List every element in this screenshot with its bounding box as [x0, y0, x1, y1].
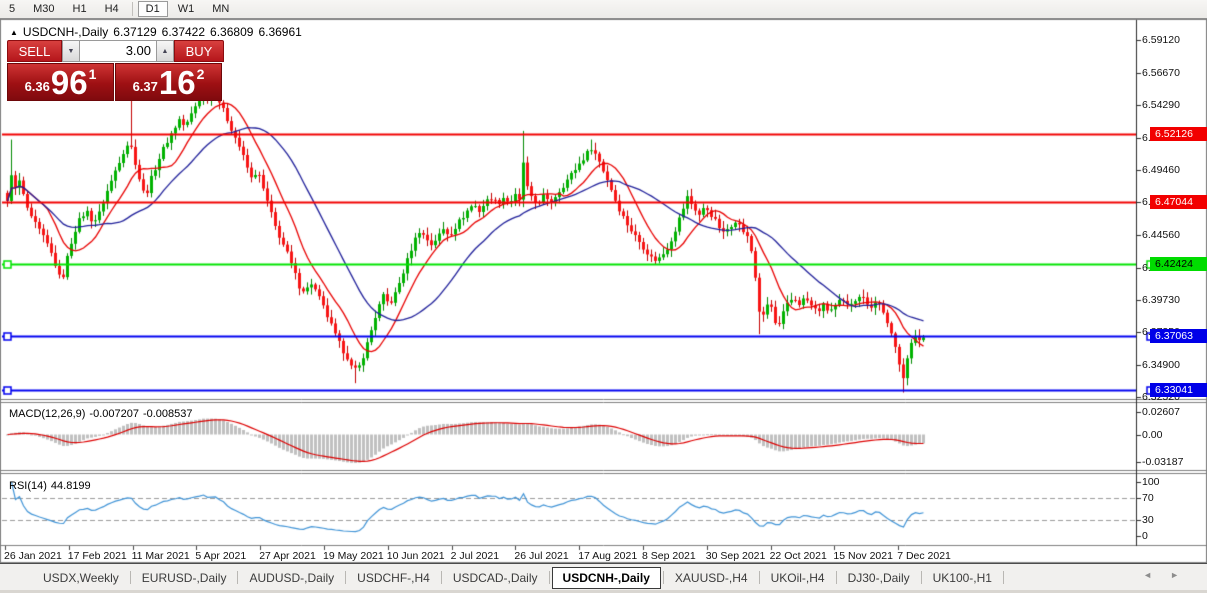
- macd-axis-tick: -0.03187: [1142, 456, 1183, 468]
- chart-tab-usdchf-h4[interactable]: USDCHF-,H4: [348, 568, 439, 588]
- tab-separator: [441, 571, 442, 584]
- price-axis-tick: 6.44560: [1142, 229, 1180, 241]
- timeframe-button-h1[interactable]: H1: [65, 1, 95, 17]
- price-axis-tick: 6.34900: [1142, 359, 1180, 371]
- tab-scroll-arrows[interactable]: ◄►: [1143, 570, 1197, 580]
- price-axis-tick: 6.56670: [1142, 67, 1180, 79]
- date-axis-label: 11 Mar 2021: [132, 550, 190, 562]
- macd-name: MACD(12,26,9): [9, 408, 85, 420]
- tab-separator: [836, 571, 837, 584]
- timeframe-button-h4[interactable]: H4: [97, 1, 127, 17]
- one-click-trade-panel: SELL ▼ 3.00 ▲ BUY 6.36961 6.37162: [7, 40, 224, 101]
- timeframe-button-w1[interactable]: W1: [170, 1, 203, 17]
- date-axis-label: 17 Aug 2021: [578, 550, 637, 562]
- tab-separator: [663, 571, 664, 584]
- rsi-value: 44.8199: [51, 480, 91, 492]
- chart-tab-xauusd-h4[interactable]: XAUUSD-,H4: [666, 568, 757, 588]
- macd-value: -0.007207: [89, 408, 139, 420]
- price-axis-tick: 6.59120: [1142, 34, 1180, 46]
- macd-axis-tick: 0.00: [1142, 429, 1162, 441]
- buy-button[interactable]: BUY: [174, 40, 224, 62]
- chart-tabbar: USDX,WeeklyEURUSD-,DailyAUDUSD-,DailyUSD…: [0, 563, 1207, 591]
- rsi-axis-tick: 100: [1142, 476, 1160, 488]
- sell-price-pip: 1: [89, 66, 97, 82]
- hline-price-badge[interactable]: 6.47044: [1150, 195, 1207, 209]
- buy-price-button[interactable]: 6.37162: [115, 63, 222, 101]
- rsi-axis-tick: 30: [1142, 514, 1154, 526]
- timeframe-toolbar: 5M30H1H4 D1W1MN: [0, 0, 1207, 19]
- macd-label: MACD(12,26,9) -0.007207 -0.008537: [9, 408, 197, 420]
- tab-separator: [130, 571, 131, 584]
- timeframe-button-5[interactable]: 5: [1, 1, 23, 17]
- date-axis-label: 8 Sep 2021: [642, 550, 696, 562]
- date-axis-label: 7 Dec 2021: [897, 550, 951, 562]
- toolbar-separator: [132, 2, 133, 16]
- chart-tab-dj30-daily[interactable]: DJ30-,Daily: [839, 568, 919, 588]
- timeframe-button-m30[interactable]: M30: [25, 1, 62, 17]
- hline-price-badge[interactable]: 6.42424: [1150, 257, 1207, 271]
- sell-price-base: 6.36: [25, 79, 50, 94]
- tab-separator: [237, 571, 238, 584]
- macd-axis-tick: 0.02607: [1142, 406, 1180, 418]
- date-axis-label: 15 Nov 2021: [833, 550, 893, 562]
- sell-button[interactable]: SELL: [7, 40, 62, 62]
- chart-tab-audusd-daily[interactable]: AUDUSD-,Daily: [240, 568, 343, 588]
- buy-price-base: 6.37: [133, 79, 158, 94]
- timeframe-button-mn[interactable]: MN: [204, 1, 237, 17]
- date-axis-label: 26 Jul 2021: [514, 550, 568, 562]
- collapse-chart-icon[interactable]: ▲: [10, 28, 18, 37]
- date-axis-label: 2 Jul 2021: [451, 550, 499, 562]
- timeframe-button-d1[interactable]: D1: [138, 1, 168, 17]
- chart-tab-usdcnh-daily[interactable]: USDCNH-,Daily: [552, 567, 661, 589]
- price-axis-tick: 6.54290: [1142, 99, 1180, 111]
- tab-separator: [921, 571, 922, 584]
- buy-price-pip: 2: [197, 66, 205, 82]
- chart-tab-usdcad-daily[interactable]: USDCAD-,Daily: [444, 568, 547, 588]
- chart-tab-ukoil-h4[interactable]: UKOil-,H4: [762, 568, 834, 588]
- rsi-name: RSI(14): [9, 480, 47, 492]
- ohlc-close: 6.36961: [258, 25, 301, 39]
- chart-tab-uk100-h1[interactable]: UK100-,H1: [924, 568, 1001, 588]
- chart-tab-eurusd-daily[interactable]: EURUSD-,Daily: [133, 568, 236, 588]
- ohlc-open: 6.37129: [113, 25, 156, 39]
- tab-separator: [549, 571, 550, 584]
- ohlc-low: 6.36809: [210, 25, 253, 39]
- rsi-label: RSI(14) 44.8199: [9, 480, 95, 492]
- macd-signal-value: -0.008537: [143, 408, 193, 420]
- date-axis-label: 5 Apr 2021: [195, 550, 246, 562]
- lot-decrease-button[interactable]: ▼: [62, 40, 80, 62]
- sell-price-big: 96: [51, 68, 88, 98]
- price-axis-tick: 6.49460: [1142, 164, 1180, 176]
- sell-price-button[interactable]: 6.36961: [7, 63, 114, 101]
- price-axis-tick: 6.39730: [1142, 294, 1180, 306]
- chart-window: ▲ USDCNH-,Daily 6.37129 6.37422 6.36809 6.369…: [0, 19, 1207, 563]
- chart-tab-usdx-weekly[interactable]: USDX,Weekly: [34, 568, 128, 588]
- tab-separator: [345, 571, 346, 584]
- lot-increase-button[interactable]: ▲: [156, 40, 174, 62]
- hline-price-badge[interactable]: 6.52126: [1150, 127, 1207, 141]
- date-axis-label: 27 Apr 2021: [259, 550, 316, 562]
- tab-separator: [1003, 571, 1004, 584]
- mt4-terminal: 5M30H1H4 D1W1MN ▲ USDCNH-,Daily 6.37129 6.37…: [0, 0, 1207, 593]
- date-axis-label: 10 Jun 2021: [387, 550, 445, 562]
- rsi-axis-tick: 70: [1142, 492, 1154, 504]
- chart-title: ▲ USDCNH-,Daily 6.37129 6.37422 6.36809 6.369…: [10, 25, 302, 39]
- ohlc-high: 6.37422: [162, 25, 205, 39]
- lot-size-input[interactable]: 3.00: [80, 40, 156, 62]
- rsi-axis-tick: 0: [1142, 530, 1148, 542]
- date-axis-label: 30 Sep 2021: [706, 550, 766, 562]
- date-axis-label: 17 Feb 2021: [68, 550, 127, 562]
- date-axis-label: 22 Oct 2021: [770, 550, 827, 562]
- date-axis-label: 19 May 2021: [323, 550, 384, 562]
- date-axis-label: 26 Jan 2021: [4, 550, 62, 562]
- hline-price-badge[interactable]: 6.37063: [1150, 329, 1207, 343]
- hline-price-badge[interactable]: 6.33041: [1150, 383, 1207, 397]
- tab-separator: [759, 571, 760, 584]
- buy-price-big: 16: [159, 68, 196, 98]
- chart-symbol-period: USDCNH-,Daily: [23, 25, 108, 39]
